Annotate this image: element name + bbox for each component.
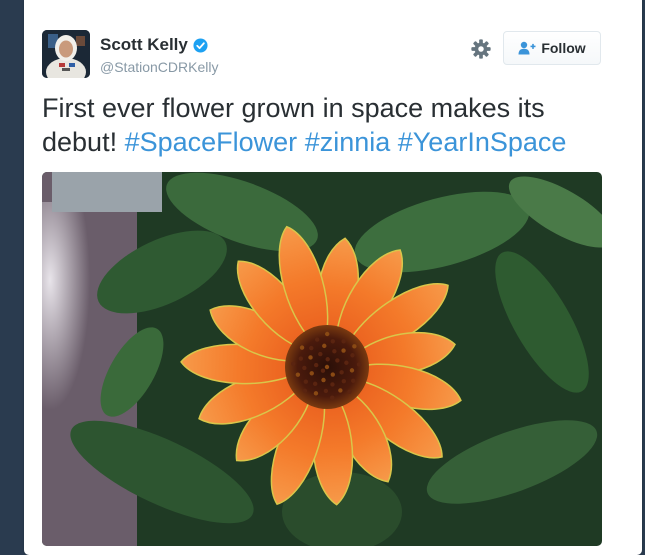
flower-center-dot: [312, 381, 318, 387]
flower-center-dot: [320, 368, 326, 373]
tweet-text: First ever flower grown in space makes i…: [42, 91, 622, 159]
flower-center-dot: [318, 351, 323, 357]
flower-center-dot: [302, 365, 307, 371]
verified-badge-icon: [193, 37, 208, 53]
follow-button-label: Follow: [541, 40, 586, 56]
flower-center-dot: [298, 356, 304, 361]
flower-center-dot: [350, 353, 355, 358]
flower-center-dot: [341, 378, 347, 384]
flower-center-dot: [341, 339, 346, 344]
flower-center-dot: [308, 355, 313, 360]
flower-center-dot: [299, 345, 305, 350]
tweet-photo[interactable]: [42, 172, 602, 546]
flower-center-dot: [344, 360, 349, 365]
flower-center-dot: [324, 364, 330, 370]
flower-center-dot: [313, 391, 319, 396]
flower-center-dot: [309, 371, 314, 376]
flower-center-dot: [313, 362, 319, 368]
zinnia-flower-image: [42, 172, 602, 546]
author-handle[interactable]: @StationCDRKelly: [100, 59, 218, 75]
flower-center-dot: [330, 372, 335, 377]
flower-center-dot: [325, 357, 330, 362]
flower-center-dot: [332, 349, 337, 354]
flower-center-dot: [323, 388, 329, 394]
flower-center-dot: [335, 358, 340, 363]
hashtag-link[interactable]: #YearInSpace: [398, 127, 567, 157]
flower-center-dot: [330, 382, 335, 387]
flower-center-dot: [295, 372, 301, 377]
hashtag-link[interactable]: #zinnia: [305, 127, 391, 157]
flower-center-dot: [356, 362, 362, 367]
flower-center-dot: [352, 344, 357, 349]
flower-center-dot: [351, 378, 356, 384]
flower-center-dot: [349, 368, 355, 373]
hashtag-link[interactable]: #SpaceFlower: [125, 127, 298, 157]
flower-center-dot: [330, 395, 335, 400]
gear-icon[interactable]: [470, 38, 492, 60]
flower-center-dot: [302, 388, 308, 394]
flower-center-dot: [330, 339, 336, 344]
flower-center-dot: [322, 343, 327, 349]
flower-center-dot: [309, 345, 314, 351]
flower-center-dot: [341, 348, 346, 353]
flower-center-dot: [347, 389, 352, 395]
follow-button[interactable]: Follow: [503, 31, 601, 65]
flower-center-dot: [339, 370, 344, 375]
flower-center-dot: [321, 377, 326, 383]
flower-center-dot: [314, 337, 320, 342]
author-name[interactable]: Scott Kelly: [100, 35, 188, 55]
flower-center-dot: [291, 361, 296, 367]
add-user-icon: [518, 41, 536, 55]
author-name-row[interactable]: Scott Kelly: [100, 35, 208, 55]
author-avatar[interactable]: [42, 30, 90, 78]
tweet-card: Scott Kelly @StationCDRKelly Follow Firs…: [24, 0, 642, 555]
flower-center-dot: [338, 388, 343, 393]
flower-center-dot: [303, 379, 309, 384]
flower-center-dot: [325, 331, 330, 337]
